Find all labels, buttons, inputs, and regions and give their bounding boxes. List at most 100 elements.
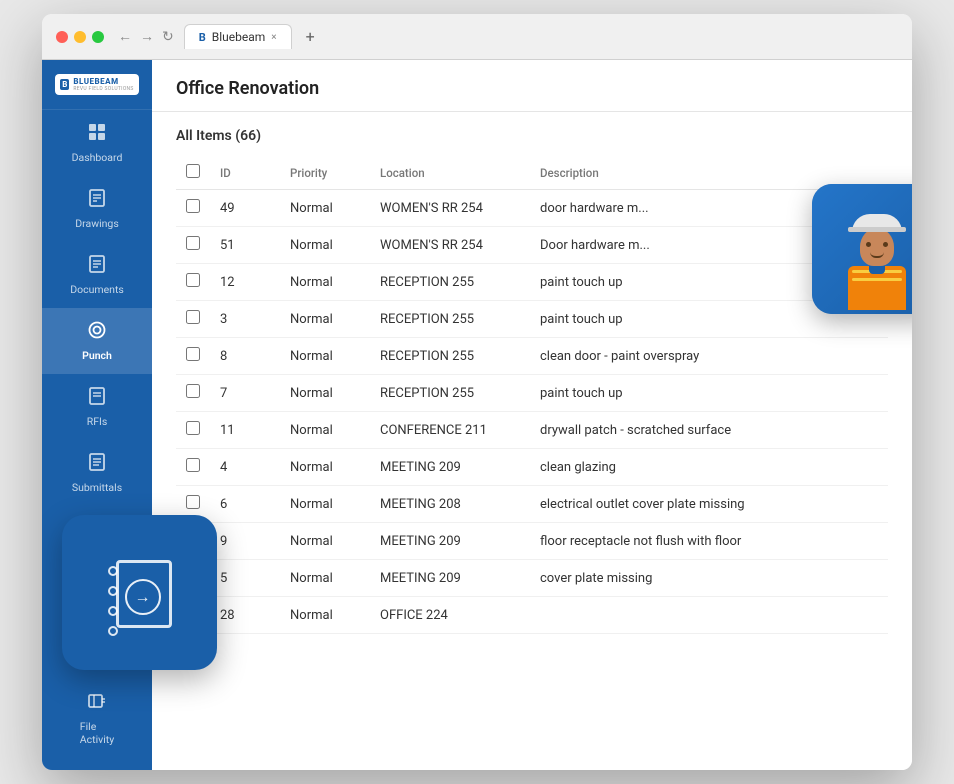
table-row[interactable]: 7 Normal RECEPTION 255 paint touch up [176, 375, 888, 412]
row-priority: Normal [280, 597, 370, 634]
sidebar-item-file-activity[interactable]: FileActivity [42, 679, 152, 758]
row-id: 6 [210, 486, 280, 523]
table-row[interactable]: 9 Normal MEETING 209 floor receptacle no… [176, 523, 888, 560]
row-checkbox-0[interactable] [186, 199, 200, 213]
refresh-button[interactable]: ↻ [162, 29, 174, 45]
new-tab-button[interactable]: + [306, 27, 315, 46]
close-button[interactable] [56, 31, 68, 43]
table-row[interactable]: 49 Normal WOMEN'S RR 254 door hardware m… [176, 190, 888, 227]
submittals-icon [87, 452, 107, 477]
forward-button[interactable]: → [140, 28, 154, 45]
row-checkbox-5[interactable] [186, 384, 200, 398]
row-checkbox-7[interactable] [186, 458, 200, 472]
header-location: Location [370, 156, 530, 190]
tab-close-button[interactable]: × [271, 32, 276, 43]
browser-nav: ← → ↻ [118, 28, 174, 45]
documents-label: Documents [70, 283, 124, 296]
browser-tab[interactable]: B Bluebeam × [184, 24, 292, 49]
punch-label: Punch [82, 349, 112, 362]
row-id: 51 [210, 227, 280, 264]
action-card [62, 515, 217, 670]
punch-icon [87, 320, 107, 345]
row-checkbox-3[interactable] [186, 310, 200, 324]
submittals-label: Submittals [72, 481, 122, 494]
sidebar-item-documents[interactable]: Documents [42, 242, 152, 308]
row-checkbox-4[interactable] [186, 347, 200, 361]
app-container: B BLUEBEAM REVU FIELD SOLUTIONS [42, 60, 912, 770]
notebook-icon [108, 558, 172, 628]
row-description: cover plate missing [530, 560, 888, 597]
data-table: ID Priority Location Description 49 Norm… [176, 156, 888, 634]
table-header-row: ID Priority Location Description [176, 156, 888, 190]
header-id: ID [210, 156, 280, 190]
back-button[interactable]: ← [118, 28, 132, 45]
row-location: RECEPTION 255 [370, 264, 530, 301]
header-priority: Priority [280, 156, 370, 190]
action-card-icon [108, 558, 172, 628]
row-id: 9 [210, 523, 280, 560]
sidebar-item-submittals[interactable]: Submittals [42, 440, 152, 506]
table-row[interactable]: 28 Normal OFFICE 224 [176, 597, 888, 634]
row-location: MEETING 209 [370, 523, 530, 560]
table-body: 49 Normal WOMEN'S RR 254 door hardware m… [176, 190, 888, 634]
worker-card-inner [812, 184, 912, 314]
main-content: Office Renovation All Items (66) ID Prio… [152, 60, 912, 770]
worker-figure [847, 214, 907, 314]
row-priority: Normal [280, 523, 370, 560]
row-location: RECEPTION 255 [370, 301, 530, 338]
table-row[interactable]: 8 Normal RECEPTION 255 clean door - pain… [176, 338, 888, 375]
notebook-arrow [125, 579, 161, 615]
sidebar-item-rfis[interactable]: RFIs [42, 374, 152, 440]
table-row[interactable]: 6 Normal MEETING 208 electrical outlet c… [176, 486, 888, 523]
table-row[interactable]: 4 Normal MEETING 209 clean glazing [176, 449, 888, 486]
row-checkbox-cell[interactable] [176, 264, 210, 301]
items-count: All Items (66) [176, 128, 888, 144]
row-checkbox-cell[interactable] [176, 338, 210, 375]
logo-box: B BLUEBEAM REVU FIELD SOLUTIONS [55, 74, 138, 95]
row-priority: Normal [280, 375, 370, 412]
sidebar-bottom: FileActivity [42, 679, 152, 770]
worker-card [812, 184, 912, 314]
maximize-button[interactable] [92, 31, 104, 43]
sidebar: B BLUEBEAM REVU FIELD SOLUTIONS [42, 60, 152, 770]
row-priority: Normal [280, 486, 370, 523]
row-checkbox-cell[interactable] [176, 301, 210, 338]
row-description [530, 597, 888, 634]
sidebar-item-punch[interactable]: Punch [42, 308, 152, 374]
row-checkbox-cell[interactable] [176, 190, 210, 227]
page-header: Office Renovation [152, 60, 912, 112]
row-checkbox-cell[interactable] [176, 227, 210, 264]
table-row[interactable]: 11 Normal CONFERENCE 211 drywall patch -… [176, 412, 888, 449]
row-priority: Normal [280, 190, 370, 227]
select-all-checkbox[interactable] [186, 164, 200, 178]
content-area[interactable]: All Items (66) ID Priority Location Desc… [152, 112, 912, 770]
row-checkbox-2[interactable] [186, 273, 200, 287]
row-id: 5 [210, 560, 280, 597]
dashboard-icon [87, 122, 107, 147]
documents-icon [87, 254, 107, 279]
row-location: WOMEN'S RR 254 [370, 227, 530, 264]
row-checkbox-cell[interactable] [176, 412, 210, 449]
row-id: 8 [210, 338, 280, 375]
sidebar-item-dashboard[interactable]: Dashboard [42, 110, 152, 176]
notebook-body [116, 560, 172, 628]
row-location: MEETING 208 [370, 486, 530, 523]
file-activity-icon [87, 691, 107, 716]
table-row[interactable]: 5 Normal MEETING 209 cover plate missing [176, 560, 888, 597]
sidebar-item-drawings[interactable]: Drawings [42, 176, 152, 242]
row-checkbox-1[interactable] [186, 236, 200, 250]
row-checkbox-cell[interactable] [176, 375, 210, 412]
row-location: WOMEN'S RR 254 [370, 190, 530, 227]
row-checkbox-6[interactable] [186, 421, 200, 435]
browser-window: ← → ↻ B Bluebeam × + B BLUEBEAM REVU FIE… [42, 14, 912, 770]
table-row[interactable]: 3 Normal RECEPTION 255 paint touch up [176, 301, 888, 338]
row-checkbox-8[interactable] [186, 495, 200, 509]
table-row[interactable]: 51 Normal WOMEN'S RR 254 Door hardware m… [176, 227, 888, 264]
row-description: paint touch up [530, 375, 888, 412]
header-checkbox[interactable] [176, 156, 210, 190]
page-title: Office Renovation [176, 78, 888, 99]
table-row[interactable]: 12 Normal RECEPTION 255 paint touch up [176, 264, 888, 301]
row-checkbox-cell[interactable] [176, 449, 210, 486]
minimize-button[interactable] [74, 31, 86, 43]
row-priority: Normal [280, 264, 370, 301]
